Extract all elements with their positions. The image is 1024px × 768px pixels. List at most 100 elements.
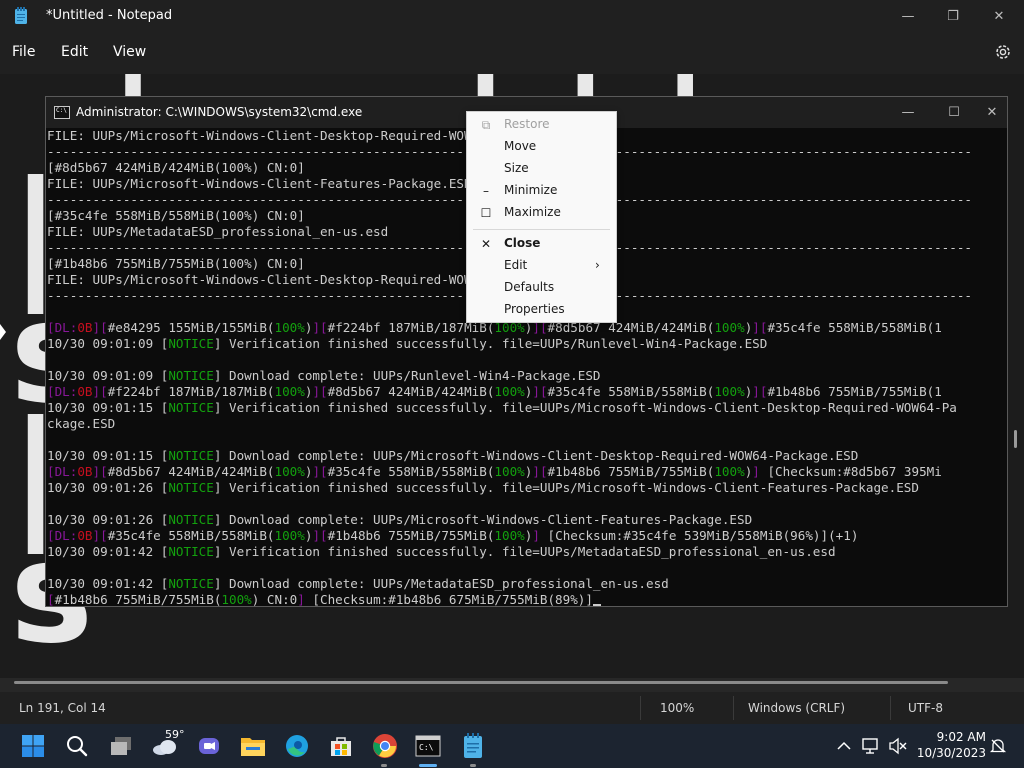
menu-item-move[interactable]: Move (467, 136, 616, 158)
cmd-app-icon: C:\ (54, 106, 70, 119)
teams-chat-button[interactable] (195, 732, 223, 760)
notification-bell-icon (989, 739, 1007, 753)
chat-icon (199, 738, 219, 754)
console-line: 10/30 09:01:15 [NOTICE] Download complet… (47, 448, 992, 464)
console-text-segment: 10/30 09:01:15 [ (47, 448, 169, 463)
minimize-icon: — (901, 8, 915, 24)
maximize-icon: ☐ (480, 206, 492, 220)
menu-view[interactable]: View (113, 44, 146, 60)
window-system-menu: ⧉ Restore Move Size – Minimize ☐ Maximize ✕ Close… (466, 111, 617, 323)
console-line: ckage.ESD (47, 416, 992, 432)
console-text-segment: ] Verification finished successfully. fi… (213, 336, 768, 351)
console-text-segment: ] Verification finished successfully. fi… (213, 480, 919, 495)
menu-item-properties[interactable]: Properties (467, 299, 616, 321)
show-hidden-icons-button[interactable] (830, 732, 858, 760)
cmd-scrollbar[interactable] (992, 128, 1006, 606)
console-text-segment: ] Verification finished successfully. fi… (213, 544, 836, 559)
console-text-segment: ][ (92, 464, 108, 479)
console-text-segment: NOTICE (168, 512, 214, 527)
console-text-segment: #1b48b6 755MiB/755MiB( (54, 592, 222, 606)
clock-date[interactable]: 10/30/2023 (912, 746, 986, 760)
menu-file[interactable]: File (12, 44, 35, 60)
terminal-button[interactable]: C:\ (414, 732, 442, 760)
console-text-segment: [ (47, 592, 55, 606)
console-text-segment: [ (47, 464, 55, 479)
console-text-segment: NOTICE (168, 480, 214, 495)
settings-gear-icon[interactable] (993, 42, 1013, 62)
console-text-segment: NOTICE (168, 576, 214, 591)
search-button[interactable] (63, 732, 91, 760)
menu-item-maximize[interactable]: ☐ Maximize (467, 202, 616, 224)
console-line: 10/30 09:01:26 [NOTICE] Download complet… (47, 512, 992, 528)
notepad-statusbar: Ln 191, Col 14 100% Windows (CRLF) UTF-8 (0, 692, 1024, 724)
microsoft-store-button[interactable] (327, 732, 355, 760)
console-text-segment: FILE: UUPs/MetadataESD_professional_en-u… (47, 224, 389, 239)
chrome-browser-button[interactable] (371, 732, 399, 760)
cmd-close-button[interactable]: ✕ (977, 97, 1007, 128)
notifications-button[interactable] (986, 732, 1010, 760)
console-text-segment: ][ (532, 464, 548, 479)
menu-edit[interactable]: Edit (61, 44, 88, 60)
console-text-segment: NOTICE (168, 400, 214, 415)
console-text-segment: NOTICE (168, 336, 214, 351)
console-text-segment: ][ (92, 384, 108, 399)
maximize-icon: ☐ (948, 105, 960, 120)
chevron-right-icon: › (595, 258, 600, 272)
console-text-segment: DL: (54, 464, 78, 479)
clock-time[interactable]: 9:02 AM (920, 730, 986, 744)
console-text-segment: 10/30 09:01:09 [ (47, 336, 169, 351)
console-text-segment: 100% (274, 320, 305, 335)
notepad-titlebar[interactable]: *Untitled - Notepad — ❐ ✕ (0, 0, 1024, 32)
horizontal-scrollbar[interactable] (14, 681, 948, 684)
console-text-segment: [#1b48b6 755MiB/755MiB(100%) CN:0] (47, 256, 305, 271)
file-explorer-button[interactable] (239, 732, 267, 760)
status-encoding: UTF-8 (908, 701, 943, 715)
menu-item-label: Move (504, 139, 537, 153)
cmd-maximize-button[interactable]: ☐ (931, 97, 977, 128)
notepad-app-icon (15, 7, 27, 24)
vertical-scrollbar[interactable] (1014, 430, 1017, 448)
start-button[interactable] (19, 732, 47, 760)
volume-button[interactable] (884, 732, 912, 760)
console-text-segment: 0B (77, 528, 93, 543)
running-indicator (381, 764, 387, 767)
console-text-segment: #1b48b6 755MiB/755MiB( (547, 464, 715, 479)
chevron-up-icon (837, 741, 851, 750)
task-view-button[interactable] (107, 732, 135, 760)
menu-item-label: Edit (504, 258, 528, 272)
console-text-segment: 100% (494, 464, 525, 479)
console-text-segment: 100% (494, 384, 525, 399)
menu-item-defaults[interactable]: Defaults (467, 277, 616, 299)
notepad-close-button[interactable]: ✕ (976, 0, 1022, 32)
network-icon (862, 738, 878, 754)
console-text-segment: 100% (714, 320, 745, 335)
console-text-segment: 100% (714, 464, 745, 479)
svg-text:C:\: C:\ (419, 743, 434, 752)
console-text-segment: ][ (752, 384, 768, 399)
console-text-segment: ][ (92, 528, 108, 543)
console-text-segment: 10/30 09:01:09 [ (47, 368, 169, 383)
console-text-segment: ] (297, 592, 305, 606)
store-icon (331, 737, 351, 756)
menu-item-label: Restore (504, 117, 550, 131)
notepad-taskbar-button[interactable] (459, 732, 487, 760)
console-text-segment: ] (532, 528, 540, 543)
console-text-segment: ckage.ESD (47, 416, 116, 431)
menu-item-size[interactable]: Size (467, 158, 616, 180)
network-button[interactable] (858, 732, 886, 760)
console-text-segment: #8d5b67 424MiB/424MiB( (107, 464, 275, 479)
console-text-segment: [Checksum:#1b48b6 675MiB/755MiB(89%)] (304, 592, 593, 606)
notepad-maximize-button[interactable]: ❐ (930, 0, 976, 32)
console-text-segment: 100% (274, 464, 305, 479)
menu-item-close[interactable]: ✕ Close (467, 233, 616, 255)
edge-browser-button[interactable] (283, 732, 311, 760)
console-text-segment: #35c4fe 558MiB/558MiB( (107, 528, 275, 543)
cmd-minimize-button[interactable]: — (885, 97, 931, 128)
notepad-minimize-button[interactable]: — (885, 0, 931, 32)
menu-item-minimize[interactable]: – Minimize (467, 180, 616, 202)
console-line: [DL:0B][#f224bf 187MiB/187MiB(100%)][#8d… (47, 384, 992, 400)
menu-item-edit[interactable]: Edit › (467, 255, 616, 277)
menu-item-label: Size (504, 161, 529, 175)
